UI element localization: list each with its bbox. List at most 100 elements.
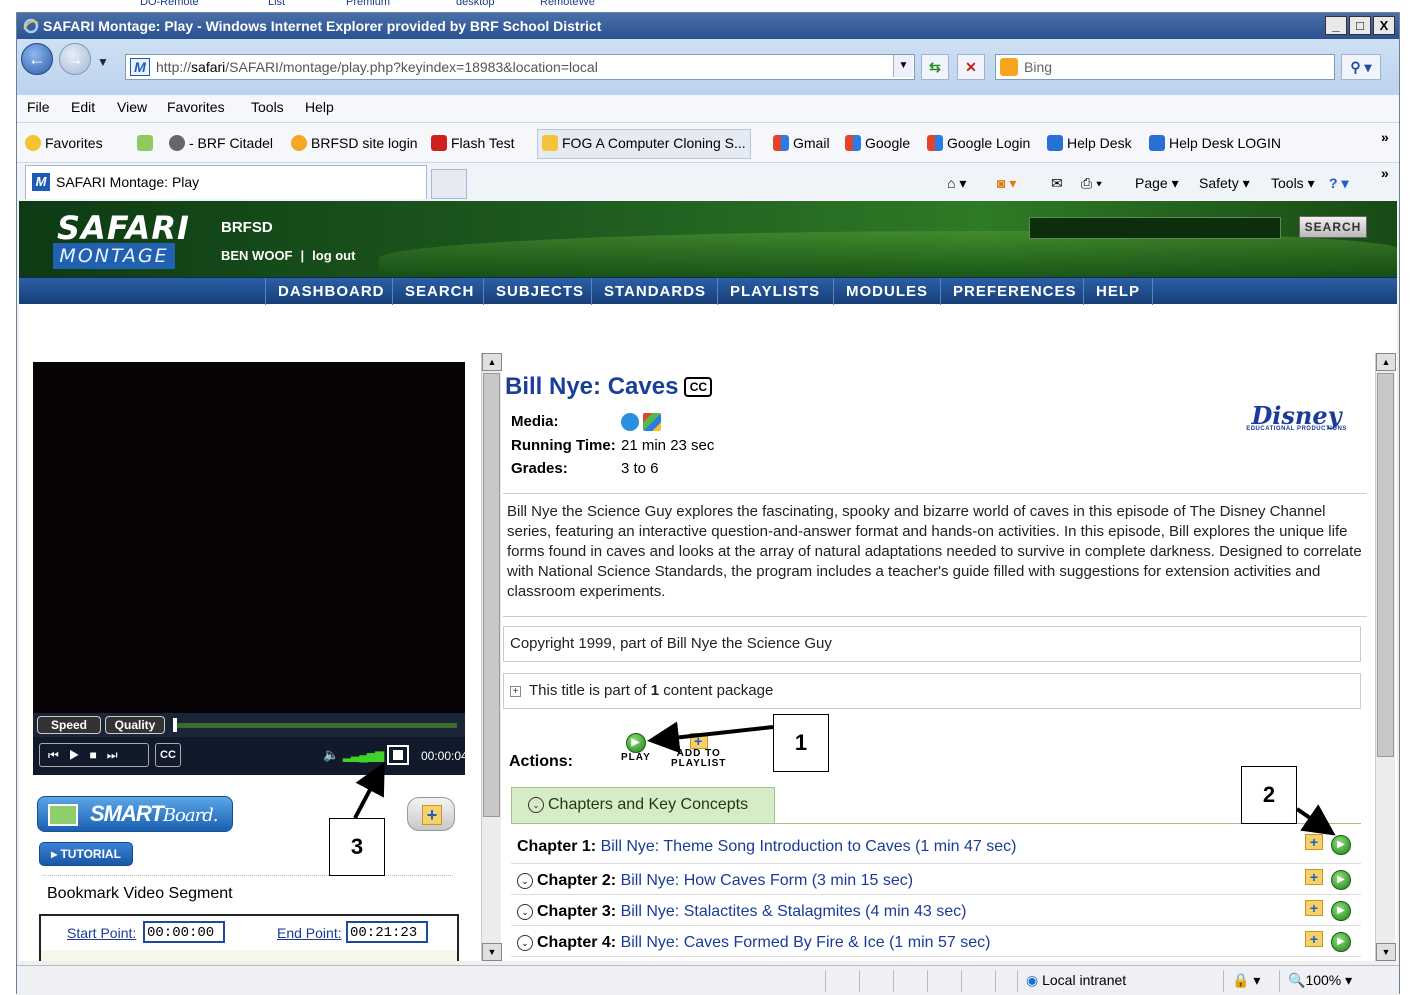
add-to-playlist-button[interactable]: + <box>407 797 455 831</box>
menu-edit[interactable]: Edit <box>71 99 95 115</box>
add-chapter-icon[interactable]: + <box>1305 834 1323 850</box>
expand-icon[interactable]: + <box>510 686 521 697</box>
help-icon[interactable]: ? ▾ <box>1329 175 1348 192</box>
protected-mode-icon[interactable]: 🔒 ▾ <box>1223 970 1279 992</box>
fav-item-google-login[interactable]: Google Login <box>927 135 1030 151</box>
tab-chapters[interactable]: ⌄ Chapters and Key Concepts <box>511 787 775 823</box>
mail-icon[interactable]: ✉ <box>1051 175 1063 192</box>
menu-file[interactable]: File <box>27 99 50 115</box>
previous-icon[interactable]: ⏮ <box>48 748 69 762</box>
start-point-link[interactable]: Start Point: <box>67 925 136 941</box>
command-more-icon[interactable]: » <box>1381 165 1389 181</box>
play-icon[interactable]: ▶ <box>69 748 90 762</box>
scroll-thumb[interactable] <box>483 373 500 817</box>
nav-standards[interactable]: STANDARDS <box>591 278 718 305</box>
tab-safari-montage[interactable]: M SAFARI Montage: Play <box>25 165 427 199</box>
site-logo-safari[interactable]: SAFARI <box>57 209 190 247</box>
favorites-more-icon[interactable]: » <box>1381 129 1389 145</box>
expand-chapter-icon[interactable]: ⌄ <box>517 873 533 889</box>
home-icon[interactable]: ⌂ ▾ <box>947 175 966 192</box>
chapter-row[interactable]: ⌄ Chapter 3: Bill Nye: Stalactites & Stal… <box>511 895 1361 926</box>
play-action[interactable]: ▶ PLAY <box>621 733 651 763</box>
fav-item-flash-test[interactable]: Flash Test <box>431 135 515 151</box>
content-package-box[interactable]: + This title is part of 1 content package <box>503 673 1361 709</box>
menu-favorites[interactable]: Favorites <box>167 99 225 115</box>
expand-chapter-icon[interactable]: ⌄ <box>517 904 533 920</box>
end-point-link[interactable]: End Point: <box>277 925 342 941</box>
nav-preferences[interactable]: PREFERENCES <box>940 278 1089 305</box>
left-pane-scrollbar[interactable]: ▲ ▼ <box>481 353 502 961</box>
nav-help[interactable]: HELP <box>1083 278 1154 305</box>
stop-icon[interactable]: ✕ <box>957 54 985 80</box>
address-dropdown-icon[interactable]: ▼ <box>893 55 913 77</box>
feeds-icon[interactable]: ◙ ▾ <box>997 175 1016 192</box>
progress-bar[interactable] <box>173 718 457 732</box>
add-chapter-icon[interactable]: + <box>1305 869 1323 885</box>
refresh-icon[interactable]: ⇆ <box>921 54 949 80</box>
nav-modules[interactable]: MODULES <box>833 278 940 305</box>
search-go-icon[interactable]: ⚲ ▾ <box>1341 54 1381 80</box>
fav-item-gmail[interactable]: Gmail <box>773 135 830 151</box>
fav-item-help-desk-login[interactable]: Help Desk LOGIN <box>1149 135 1281 151</box>
progress-knob[interactable] <box>173 718 177 732</box>
maximize-button[interactable]: □ <box>1349 16 1371 35</box>
add-chapter-icon[interactable]: + <box>1305 931 1323 947</box>
expand-chapter-icon[interactable]: ⌄ <box>517 935 533 951</box>
scroll-thumb[interactable] <box>1377 373 1394 757</box>
play-chapter-icon[interactable]: ▶ <box>1331 870 1351 890</box>
fav-item-site-login[interactable]: BRFSD site login <box>291 135 418 151</box>
smart-board-button[interactable]: SMARTBoard. <box>37 796 233 832</box>
new-tab-button[interactable] <box>431 169 467 199</box>
nav-playlists[interactable]: PLAYLISTS <box>717 278 832 305</box>
play-chapter-icon[interactable]: ▶ <box>1331 932 1351 952</box>
nav-dashboard[interactable]: DASHBOARD <box>265 278 397 305</box>
menu-view[interactable]: View <box>117 99 147 115</box>
scroll-up-icon[interactable]: ▲ <box>1376 353 1396 371</box>
zoom-control[interactable]: 🔍100% ▾ <box>1279 970 1379 992</box>
scroll-down-icon[interactable]: ▼ <box>482 943 502 961</box>
add-favorite-icon[interactable] <box>137 135 157 151</box>
play-chapter-icon[interactable]: ▶ <box>1331 901 1351 921</box>
nav-search[interactable]: SEARCH <box>392 278 486 305</box>
site-logo-montage[interactable]: MONTAGE <box>53 243 175 269</box>
favorites-button[interactable]: Favorites <box>25 135 103 151</box>
logout-link[interactable]: log out <box>312 248 355 263</box>
next-icon[interactable]: ⏭ <box>107 748 128 762</box>
closed-caption-button[interactable]: CC <box>155 743 181 767</box>
search-input[interactable]: Bing <box>995 54 1335 80</box>
tools-menu[interactable]: Tools ▾ <box>1271 175 1315 192</box>
menu-help[interactable]: Help <box>305 99 334 115</box>
quicktime-icon[interactable] <box>621 413 639 431</box>
scroll-up-icon[interactable]: ▲ <box>482 353 502 371</box>
fullscreen-button[interactable] <box>387 745 409 765</box>
windows-media-icon[interactable] <box>643 413 661 431</box>
back-button[interactable]: ← <box>21 43 53 75</box>
scroll-down-icon[interactable]: ▼ <box>1376 943 1396 961</box>
add-chapter-icon[interactable]: + <box>1305 900 1323 916</box>
quality-button[interactable]: Quality <box>105 716 165 734</box>
nav-subjects[interactable]: SUBJECTS <box>483 278 596 305</box>
chapter-row[interactable]: Chapter 1: Bill Nye: Theme Song Introduc… <box>511 824 1361 864</box>
add-to-playlist-action[interactable]: + ADD TO PLAYLIST <box>671 733 726 769</box>
menu-tools[interactable]: Tools <box>251 99 284 115</box>
chapter-row[interactable]: ⌄ Chapter 4: Bill Nye: Caves Formed By Fi… <box>511 926 1361 957</box>
site-search-input[interactable] <box>1029 217 1281 239</box>
fav-item-fog[interactable]: FOG A Computer Cloning S... <box>537 129 751 159</box>
play-chapter-icon[interactable]: ▶ <box>1331 835 1351 855</box>
fav-item-help-desk[interactable]: Help Desk <box>1047 135 1132 151</box>
close-button[interactable]: X <box>1373 16 1395 35</box>
fav-item-google[interactable]: Google <box>845 135 910 151</box>
start-point-input[interactable] <box>143 921 225 943</box>
stop-square-icon[interactable]: ■ <box>90 748 107 762</box>
site-search-button[interactable]: SEARCH <box>1299 216 1367 238</box>
right-pane-scrollbar[interactable]: ▲ ▼ <box>1375 353 1396 961</box>
forward-button[interactable]: → <box>59 43 91 75</box>
fav-item-citadel[interactable]: - BRF Citadel <box>169 135 273 151</box>
minimize-button[interactable]: _ <box>1325 16 1347 35</box>
end-point-input[interactable] <box>346 921 428 943</box>
print-icon[interactable]: ⎙ ▾ <box>1081 175 1102 192</box>
volume-control[interactable]: 🔈 ▂▃▄▅▆ <box>323 747 384 763</box>
address-bar[interactable]: M http://safari/SAFARI/montage/play.php?… <box>125 54 915 80</box>
tutorial-button[interactable]: ▸ TUTORIAL <box>39 842 133 866</box>
safety-menu[interactable]: Safety ▾ <box>1199 175 1250 192</box>
